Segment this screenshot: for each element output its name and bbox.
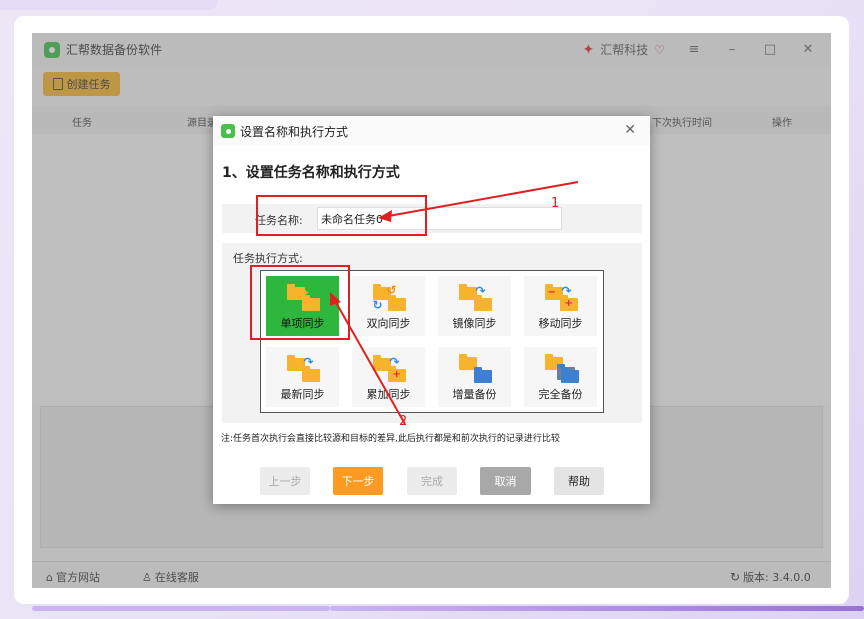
dialog-close-icon[interactable]: ✕ [624,122,636,138]
mode-latest-sync[interactable]: ↷ 最新同步 [266,347,339,407]
annotation-number-1: 1 [551,196,560,211]
step-heading: 1、设置任务名称和执行方式 [222,165,400,181]
decor-bar-right [330,606,864,611]
mode-label: 增量备份 [452,388,497,401]
cancel-button[interactable]: 取消 [480,467,531,495]
incremental-backup-icon [458,354,492,383]
decor-bar-left [32,606,330,611]
mode-label: 累加同步 [366,388,411,401]
cumulative-sync-icon: ↷ + [372,355,406,383]
mode-incremental-backup[interactable]: 增量备份 [438,347,511,407]
full-backup-icon [544,354,579,383]
mode-cumulative-sync[interactable]: ↷ + 累加同步 [352,347,425,407]
mode-label: 双向同步 [366,317,411,330]
next-button[interactable]: 下一步 [333,467,383,495]
two-way-sync-icon: ↺ ↻ [372,283,406,312]
mode-two-way-sync[interactable]: ↺ ↻ 双向同步 [352,276,425,336]
mode-mirror-sync[interactable]: ↷ 镜像同步 [438,276,511,336]
move-sync-icon: − ↷ + [544,284,578,312]
dialog-logo-icon [221,124,235,138]
dialog-title: 设置名称和执行方式 [240,124,349,139]
latest-sync-icon: ↷ [286,355,320,383]
help-button[interactable]: 帮助 [554,467,604,495]
done-button[interactable]: 完成 [407,467,457,495]
mode-label: 完全备份 [538,388,583,401]
dialog-header: 设置名称和执行方式 ✕ [213,116,650,146]
mode-label: 最新同步 [280,388,325,401]
annotation-number-2: 2 [399,414,408,429]
dialog-note: 注:任务首次执行会直接比较源和目标的差异,此后执行都是和前次执行的记录进行比较 [221,434,560,444]
mode-move-sync[interactable]: − ↷ + 移动同步 [524,276,597,336]
execution-mode-label: 任务执行方式: [233,252,303,265]
mode-label: 镜像同步 [452,317,497,330]
background-tab [0,0,218,10]
prev-button[interactable]: 上一步 [260,467,310,495]
annotation-box-2 [250,265,350,340]
mode-label: 移动同步 [538,317,583,330]
mode-full-backup[interactable]: 完全备份 [524,347,597,407]
annotation-box-1 [256,195,427,236]
mirror-sync-icon: ↷ [458,284,492,312]
